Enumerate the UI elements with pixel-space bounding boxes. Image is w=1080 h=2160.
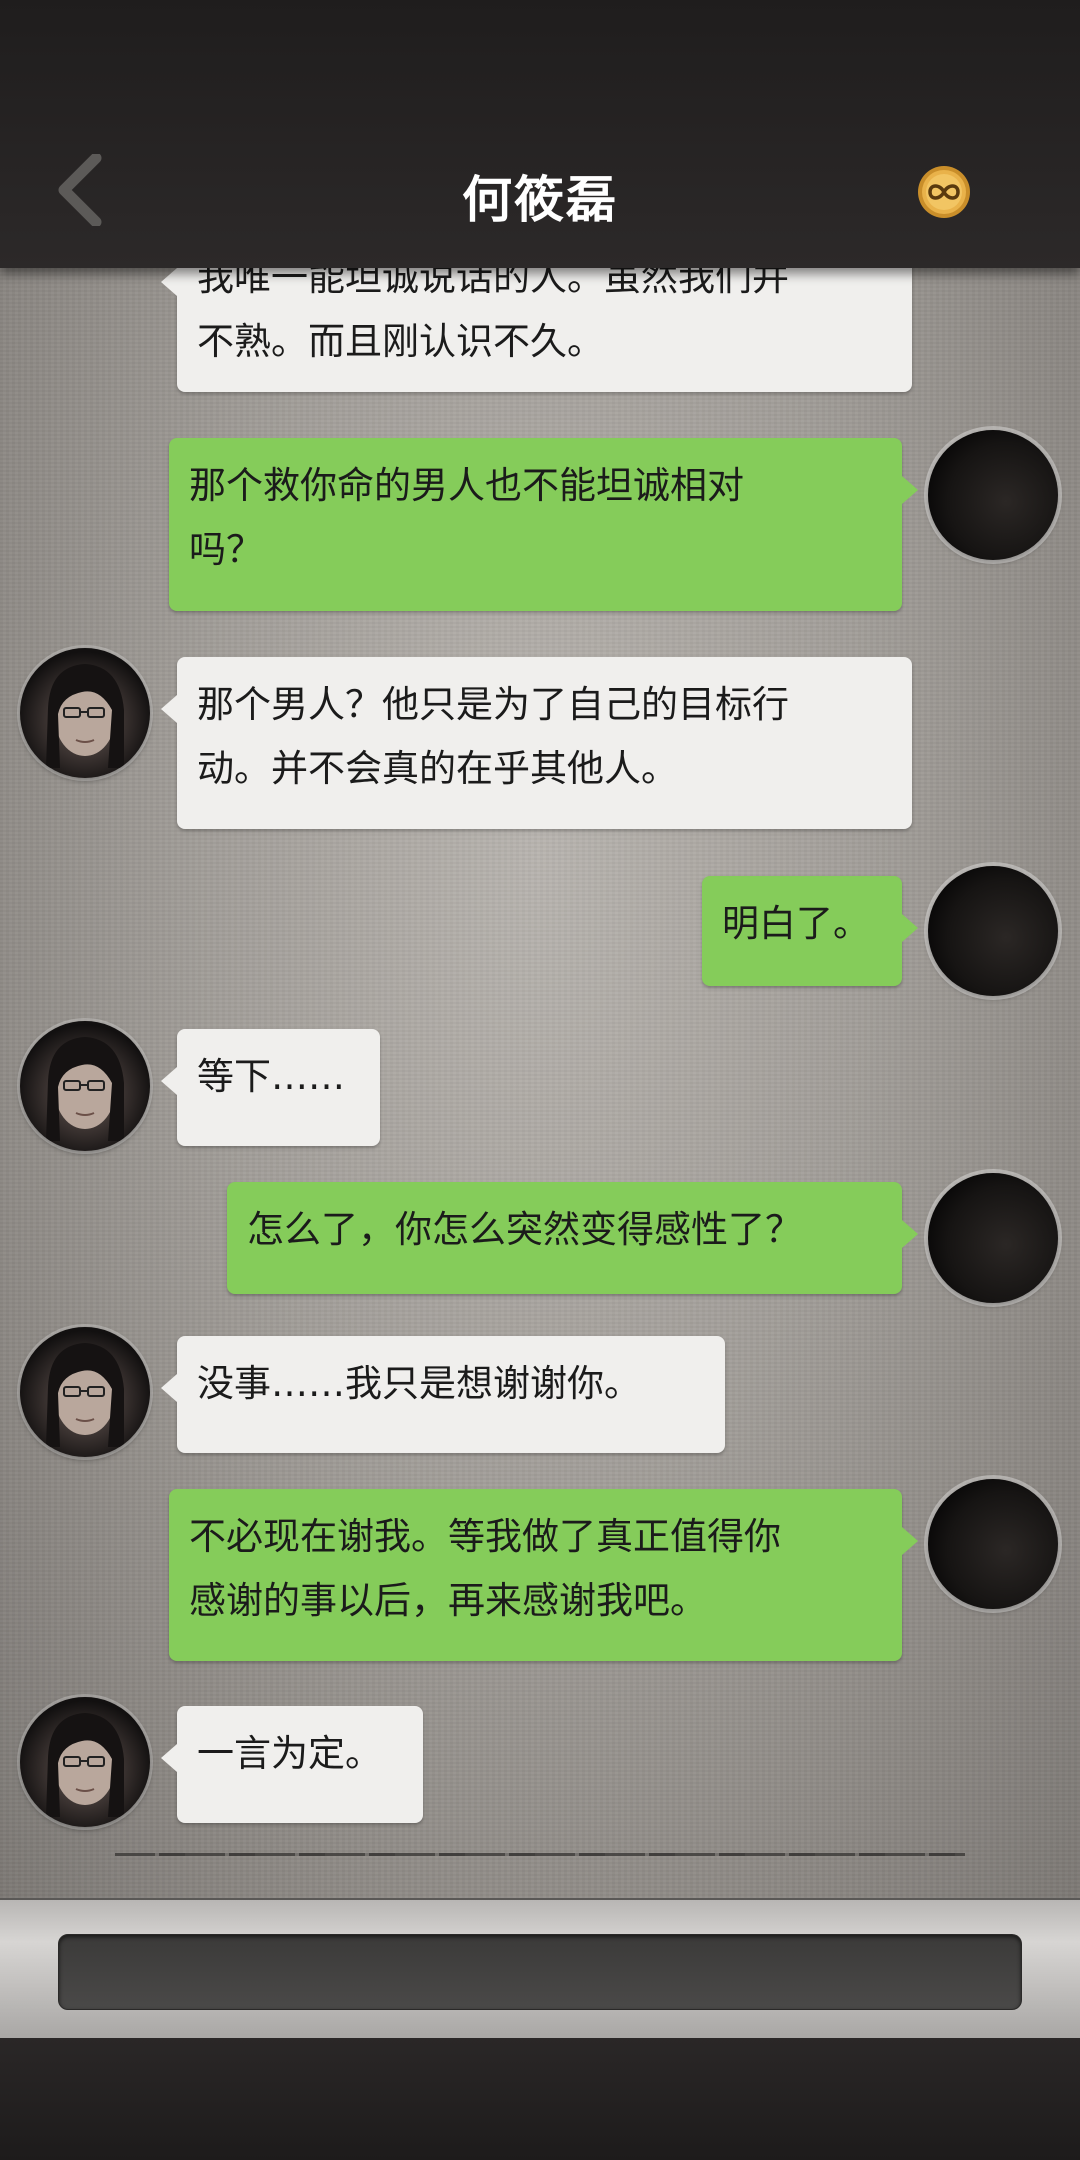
message-text-line: 明白了。	[722, 902, 870, 945]
message-bubble-outgoing: 那个救你命的男人也不能坦诚相对 吗？	[169, 438, 918, 611]
message-text-line: 那个救你命的男人也不能坦诚相对	[189, 464, 744, 507]
infinity-coin-icon	[918, 166, 970, 218]
player-avatar[interactable]	[928, 430, 1058, 560]
contact-portrait-icon	[46, 1343, 124, 1447]
input-bar	[0, 1898, 1080, 2040]
message-text-line: 等下……	[197, 1055, 345, 1098]
message-text-line: 没事……我只是想谢谢你。	[197, 1362, 641, 1405]
contact-portrait-icon	[46, 1037, 124, 1141]
contact-avatar[interactable]	[20, 1021, 150, 1151]
message-bubble-outgoing: 明白了。	[702, 876, 918, 986]
message-bubble-incoming: 那个男人？他只是为了自己的目标行 动。并不会真的在乎其他人。	[161, 657, 912, 829]
status-badge-button[interactable]	[916, 164, 972, 220]
message-text-line: 一言为定。	[197, 1732, 382, 1775]
contact-avatar[interactable]	[20, 1697, 150, 1827]
bottom-panel	[0, 2038, 1080, 2160]
message-text-line: 怎么了，你怎么突然变得感性了？	[247, 1208, 802, 1251]
message-bubble-incoming: 等下……	[161, 1029, 380, 1146]
message-bubble-incoming: 一言为定。	[161, 1706, 423, 1823]
contact-avatar[interactable]	[20, 648, 150, 778]
player-avatar[interactable]	[928, 1173, 1058, 1303]
message-bubble-outgoing: 不必现在谢我。等我做了真正值得你 感谢的事以后，再来感谢我吧。	[169, 1489, 918, 1661]
top-bar: 何筱磊	[0, 0, 1080, 268]
message-bubble-outgoing: 怎么了，你怎么突然变得感性了？	[227, 1182, 918, 1294]
player-avatar[interactable]	[928, 866, 1058, 996]
message-bubble-incoming: 没事……我只是想谢谢你。	[161, 1336, 725, 1453]
contact-portrait-icon	[46, 664, 124, 768]
message-text-line: 不必现在谢我。等我做了真正值得你	[189, 1515, 781, 1558]
contact-avatar[interactable]	[20, 1327, 150, 1457]
message-text-line: 感谢的事以后，再来感谢我吧。	[189, 1579, 707, 1622]
chat-end-divider	[115, 1853, 965, 1856]
message-text-line: 吗？	[189, 528, 263, 571]
message-text-line: 动。并不会真的在乎其他人。	[197, 747, 678, 790]
contact-portrait-icon	[46, 1713, 124, 1817]
player-avatar[interactable]	[928, 1479, 1058, 1609]
message-text-line: 那个男人？他只是为了自己的目标行	[197, 683, 789, 726]
message-input[interactable]	[58, 1934, 1022, 2010]
message-text-line: 不熟。而且刚认识不久。	[197, 320, 604, 363]
